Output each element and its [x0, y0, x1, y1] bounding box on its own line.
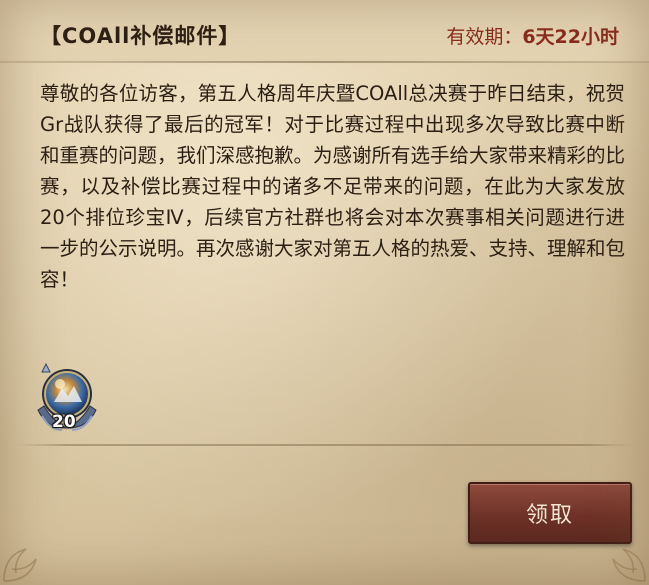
reward-count: 20 [52, 412, 76, 432]
mail-title: 【COAll补偿邮件】 [40, 24, 241, 48]
expiry-label: 有效期： [446, 26, 523, 48]
mail-body: 尊敬的各位访客，第五人格周年庆暨COAll总决赛于昨日结束，祝贺Gr战队获得了最… [40, 82, 626, 291]
expiry-info: 有效期：6天22小时 [446, 22, 619, 49]
reward-item[interactable]: 20 [32, 358, 102, 438]
reward-divider [18, 444, 631, 446]
header-divider [0, 61, 649, 63]
corner-ornament-bottom-right [612, 548, 646, 582]
corner-ornament-bottom-left [3, 548, 37, 582]
expiry-value: 6天22小时 [522, 26, 619, 48]
claim-button-label: 领取 [525, 503, 574, 528]
mail-panel: 【COAll补偿邮件】 有效期：6天22小时 尊敬的各位访客，第五人格周年庆暨C… [0, 0, 649, 585]
